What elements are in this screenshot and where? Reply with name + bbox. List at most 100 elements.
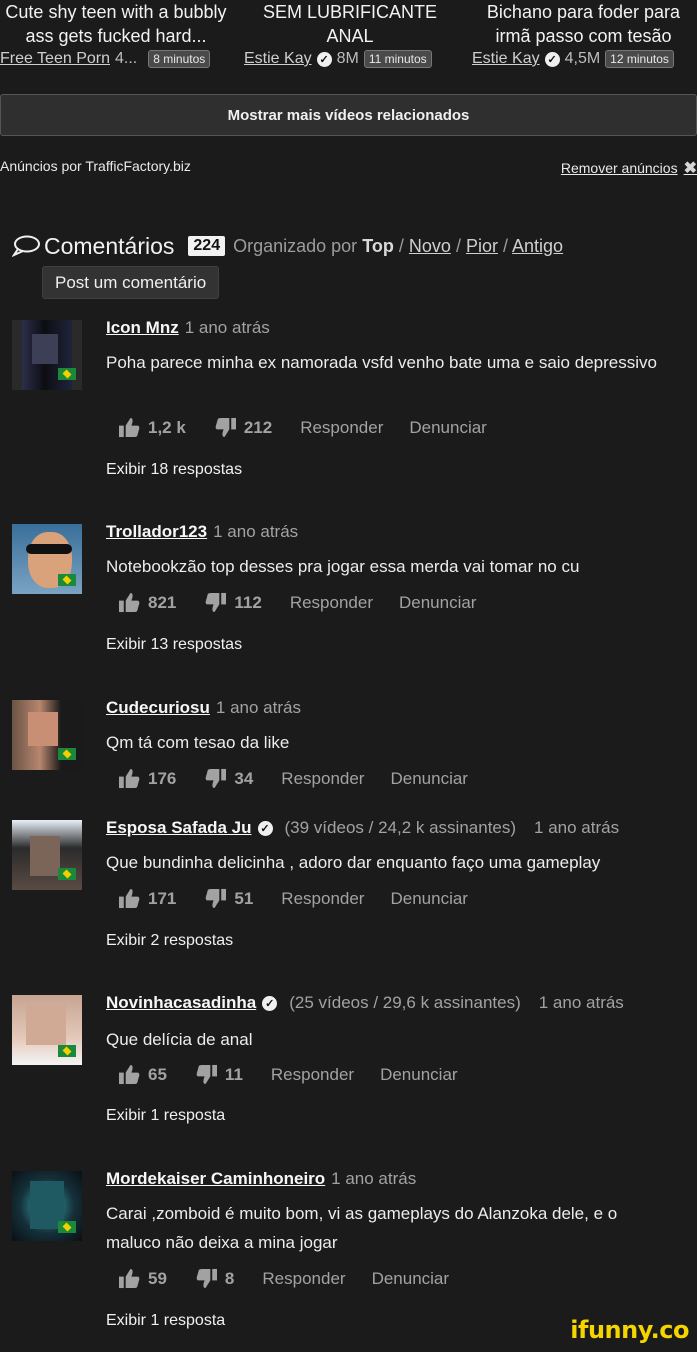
related-video[interactable]: Cute shy teen with a bubbly ass gets fuck… — [0, 0, 232, 68]
sort-label: Organizado por — [233, 235, 358, 256]
comments-title: Comentários — [44, 232, 175, 259]
reply-button[interactable]: Responder — [281, 769, 364, 789]
comment-text: Que bundinha delicinha , adoro dar enqua… — [106, 853, 601, 872]
video-title[interactable]: Cute shy teen with a bubbly ass gets fuck… — [0, 0, 232, 48]
like-button[interactable]: 1,2 k — [118, 417, 186, 438]
show-replies-link[interactable]: Exibir 13 respostas — [106, 636, 242, 654]
related-video[interactable]: SEM LUBRIFICANTE ANAL Estie Kay ✓ 8M 11 m… — [240, 0, 460, 68]
comment: Trollador123 1 ano atrás Notebookzão top… — [0, 522, 697, 672]
thumbs-down-icon — [206, 888, 227, 909]
author-stats: (25 vídeos / 29,6 k assinantes) — [289, 993, 521, 1012]
comment-author-link[interactable]: Icon Mnz — [106, 318, 179, 338]
avatar[interactable] — [12, 320, 82, 390]
comment-actions: 1,2 k 212 Responder Denunciar — [118, 417, 513, 438]
sort-oldest[interactable]: Antigo — [512, 236, 563, 256]
comment-time: 1 ano atrás — [215, 698, 301, 717]
like-button[interactable]: 176 — [118, 768, 176, 789]
channel-link[interactable]: Estie Kay — [244, 50, 312, 68]
comment-actions: 176 34 Responder Denunciar — [118, 768, 494, 789]
like-button[interactable]: 59 — [118, 1268, 167, 1289]
video-title[interactable]: Bichano para foder para irmã passo com te… — [470, 0, 697, 48]
avatar[interactable] — [12, 820, 82, 890]
comment-author-link[interactable]: Esposa Safada Ju — [106, 818, 252, 838]
video-meta: Free Teen Porn 4... 8 minutos — [0, 50, 211, 68]
dislike-button[interactable]: 212 — [214, 417, 272, 438]
show-replies-link[interactable]: Exibir 1 resposta — [106, 1107, 225, 1125]
brazil-flag-icon — [58, 748, 76, 760]
comment-time: 1 ano atrás — [538, 993, 624, 1012]
brazil-flag-icon — [58, 368, 76, 380]
comment-text: Carai ,zomboid é muito bom, vi as gamepl… — [106, 1204, 618, 1252]
thumbs-up-icon — [119, 1064, 140, 1085]
video-meta: Estie Kay ✓ 4,5M 12 minutos — [472, 50, 674, 68]
avatar[interactable] — [12, 524, 82, 594]
dislike-button[interactable]: 34 — [204, 768, 253, 789]
remove-ads-link[interactable]: Remover anúncios ✖ — [561, 158, 697, 178]
related-video[interactable]: Bichano para foder para irmã passo com te… — [470, 0, 697, 68]
comment-author-link[interactable]: Mordekaiser Caminhoneiro — [106, 1169, 325, 1189]
report-button[interactable]: Denunciar — [409, 418, 487, 438]
author-stats: (39 vídeos / 24,2 k assinantes) — [284, 818, 517, 837]
like-button[interactable]: 65 — [118, 1064, 167, 1085]
comment-time: 1 ano atrás — [331, 1169, 417, 1188]
channel-link[interactable]: Estie Kay — [472, 50, 540, 68]
dislike-button[interactable]: 11 — [195, 1064, 243, 1085]
comment-time: 1 ano atrás — [534, 818, 620, 837]
verified-check-icon: ✓ — [316, 51, 332, 67]
avatar[interactable] — [12, 995, 82, 1065]
duration-badge: 12 minutos — [605, 50, 674, 68]
comment: Cudecuriosu 1 ano atrás Qm tá com tesao … — [0, 698, 697, 798]
sort-top[interactable]: Top — [362, 236, 394, 256]
show-more-videos-button[interactable]: Mostrar mais vídeos relacionados — [0, 94, 697, 136]
comment-count-badge: 224 — [188, 236, 226, 256]
thumbs-up-icon — [119, 1268, 140, 1289]
sort-worst[interactable]: Pior — [466, 236, 498, 256]
ifunny-watermark: ifunny.co — [570, 1316, 689, 1344]
ads-by-label: Anúncios por TrafficFactory.biz — [0, 158, 191, 174]
comment: Novinhacasadinha ✓ (25 vídeos / 29,6 k a… — [0, 993, 697, 1143]
close-icon[interactable]: ✖ — [684, 158, 697, 178]
report-button[interactable]: Denunciar — [380, 1065, 458, 1085]
comment-author-link[interactable]: Cudecuriosu — [106, 698, 210, 718]
like-button[interactable]: 821 — [118, 592, 176, 613]
verified-check-icon: ✓ — [544, 51, 560, 67]
report-button[interactable]: Denunciar — [390, 769, 468, 789]
reply-button[interactable]: Responder — [281, 889, 364, 909]
dislike-button[interactable]: 51 — [204, 888, 253, 909]
thumbs-up-icon — [119, 888, 140, 909]
ads-bar: Anúncios por TrafficFactory.biz Remover … — [0, 158, 697, 178]
view-count: 4,5M — [564, 50, 601, 67]
reply-button[interactable]: Responder — [290, 593, 373, 613]
show-replies-link[interactable]: Exibir 1 resposta — [106, 1312, 225, 1330]
report-button[interactable]: Denunciar — [372, 1269, 450, 1289]
report-button[interactable]: Denunciar — [390, 889, 468, 909]
view-count: 8M — [336, 50, 359, 67]
reply-button[interactable]: Responder — [262, 1269, 345, 1289]
thumbs-up-icon — [119, 592, 140, 613]
like-button[interactable]: 171 — [118, 888, 176, 909]
show-replies-link[interactable]: Exibir 2 respostas — [106, 932, 233, 950]
video-title[interactable]: SEM LUBRIFICANTE ANAL — [240, 0, 460, 48]
thumbs-up-icon — [119, 768, 140, 789]
avatar[interactable] — [12, 700, 82, 770]
comment-actions: 171 51 Responder Denunciar — [118, 888, 494, 909]
avatar[interactable] — [12, 1171, 82, 1241]
reply-button[interactable]: Responder — [300, 418, 383, 438]
post-comment-button[interactable]: Post um comentário — [42, 266, 220, 299]
dislike-button[interactable]: 112 — [204, 592, 262, 613]
duration-badge: 8 minutos — [148, 50, 211, 68]
report-button[interactable]: Denunciar — [399, 593, 477, 613]
thumbs-up-icon — [119, 417, 140, 438]
comment-author-link[interactable]: Novinhacasadinha — [106, 993, 256, 1013]
dislike-button[interactable]: 8 — [195, 1268, 234, 1289]
reply-button[interactable]: Responder — [271, 1065, 354, 1085]
comment: Mordekaiser Caminhoneiro 1 ano atrás Car… — [0, 1169, 697, 1339]
video-meta: Estie Kay ✓ 8M 11 minutos — [244, 50, 432, 68]
show-replies-link[interactable]: Exibir 18 respostas — [106, 461, 242, 479]
sort-new[interactable]: Novo — [409, 236, 451, 256]
comment-author-link[interactable]: Trollador123 — [106, 522, 207, 542]
brazil-flag-icon — [58, 868, 76, 880]
comment-text: Qm tá com tesao da like — [106, 733, 290, 752]
thumbs-down-icon — [206, 592, 227, 613]
channel-link[interactable]: Free Teen Porn — [0, 50, 110, 68]
